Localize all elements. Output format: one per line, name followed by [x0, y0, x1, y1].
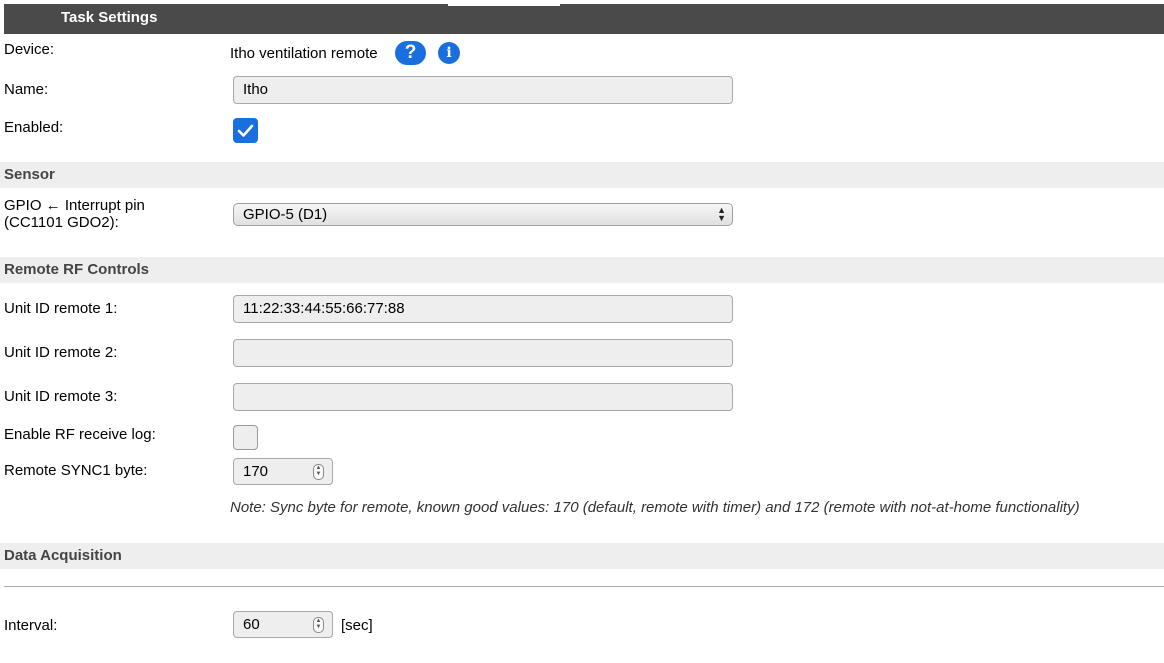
enabled-checkbox[interactable] — [233, 118, 258, 143]
section-sensor-title: Sensor — [4, 166, 55, 183]
task-settings-header — [4, 4, 1164, 34]
section-remote-rf — [0, 257, 1164, 283]
interval-label: Interval: — [4, 617, 58, 634]
rf-log-label: Enable RF receive log: — [4, 426, 156, 443]
sync-note: Note: Sync byte for remote, known good v… — [230, 499, 1080, 516]
name-label: Name: — [4, 81, 49, 98]
device-label: Device: — [4, 41, 55, 58]
interval-value: 60 — [243, 616, 260, 633]
unit2-label: Unit ID remote 2: — [4, 344, 118, 361]
rf-log-checkbox[interactable] — [233, 425, 258, 450]
sync-label: Remote SYNC1 byte: — [4, 462, 148, 479]
sync-input[interactable]: 170 ▲ ▼ — [233, 458, 333, 485]
interval-input[interactable]: 60 ▲ ▼ — [233, 611, 333, 638]
section-remote-rf-title: Remote RF Controls — [4, 261, 150, 278]
device-value: Itho ventilation remote — [230, 45, 378, 62]
unit3-input[interactable] — [233, 383, 733, 411]
gpio-label-line1: GPIO ← Interrupt pin — [4, 197, 145, 214]
name-input[interactable]: Itho — [233, 76, 733, 104]
sync-value: 170 — [243, 463, 269, 480]
section-data-acquisition — [0, 543, 1164, 569]
interval-unit: [sec] — [341, 617, 373, 634]
enabled-label: Enabled: — [4, 119, 64, 136]
gpio-label-line2: (CC1101 GDO2): — [4, 214, 119, 231]
unit1-input[interactable]: 11:22:33:44:55:66:77:88 — [233, 295, 733, 323]
spinner-icon[interactable]: ▲ ▼ — [313, 464, 324, 480]
check-icon — [237, 124, 254, 137]
divider — [4, 586, 1164, 587]
question-icon[interactable]: ? — [395, 41, 426, 65]
section-sensor — [0, 162, 1164, 188]
info-icon[interactable]: i — [438, 42, 460, 64]
gpio-select[interactable]: GPIO-5 (D1) ▲ ▼ — [233, 203, 733, 226]
header-tab-gap — [448, 0, 560, 6]
section-data-acquisition-title: Data Acquisition — [4, 547, 122, 564]
select-arrows-icon: ▲ ▼ — [717, 205, 726, 223]
spinner-icon[interactable]: ▲ ▼ — [313, 617, 324, 633]
unit1-label: Unit ID remote 1: — [4, 300, 118, 317]
header-title: Task Settings — [61, 9, 158, 26]
unit2-input[interactable] — [233, 339, 733, 367]
gpio-select-value: GPIO-5 (D1) — [243, 206, 328, 223]
unit3-label: Unit ID remote 3: — [4, 388, 118, 405]
